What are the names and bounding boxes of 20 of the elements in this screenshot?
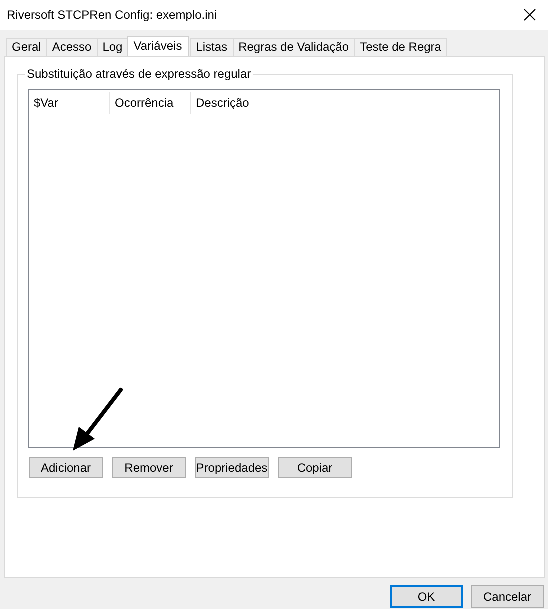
close-icon[interactable] — [524, 9, 536, 21]
tab[interactable]: Variáveis — [126, 36, 190, 57]
button[interactable]: Remover — [112, 457, 186, 478]
tab[interactable]: Teste de Regra — [354, 38, 448, 56]
dialog-button[interactable]: OK — [390, 585, 463, 608]
column-header[interactable]: $Var — [29, 92, 110, 114]
column-header[interactable]: Descrição — [191, 92, 421, 114]
button[interactable]: Adicionar — [29, 457, 103, 478]
tab[interactable]: Geral — [6, 38, 48, 56]
button[interactable]: Copiar — [278, 457, 352, 478]
arrow-drawing — [71, 387, 125, 453]
tab[interactable]: Listas — [190, 38, 234, 56]
window-title: Riversoft STCPRen Config: exemplo.ini — [7, 8, 218, 22]
column-header[interactable]: Ocorrência — [110, 92, 191, 114]
dialog-button[interactable]: Cancelar — [471, 585, 544, 608]
group-title: Substituição através de expressão regular — [25, 67, 254, 81]
list-view[interactable]: $Var Ocorrência Descrição — [28, 89, 500, 448]
tab[interactable]: Log — [96, 38, 129, 56]
button[interactable]: Propriedades — [195, 457, 269, 478]
tab[interactable]: Regras de Validação — [232, 38, 356, 56]
